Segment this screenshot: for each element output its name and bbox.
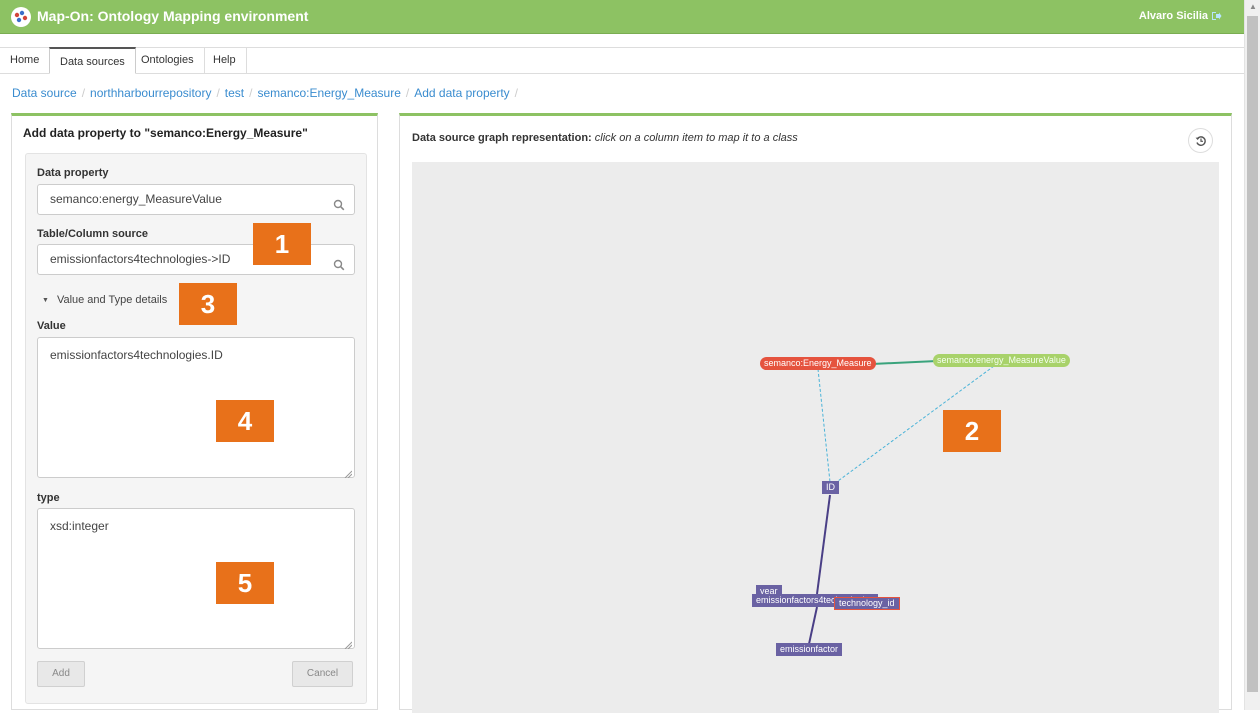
- column-node-id[interactable]: ID: [822, 481, 839, 494]
- annotation-marker-1: 1: [253, 223, 311, 265]
- tab-home[interactable]: Home: [0, 47, 51, 74]
- graph-panel: Data source graph representation: click …: [399, 113, 1232, 713]
- main-nav-tabs: Home Data sources Ontologies Help: [0, 47, 1244, 74]
- graph-title-bold: Data source graph representation:: [412, 132, 592, 144]
- graph-title: Data source graph representation: click …: [412, 132, 798, 144]
- page-scrollbar[interactable]: ▲: [1244, 0, 1260, 710]
- type-text: xsd:integer: [50, 519, 109, 533]
- graph-canvas[interactable]: semanco:Energy_Measure semanco:energy_Me…: [412, 162, 1219, 713]
- value-text: emissionfactors4technologies.ID: [50, 348, 223, 362]
- breadcrumb: Data source / northharbourrepository / test /…: [12, 86, 518, 100]
- panel-title: Add data property to "semanco:Energy_Mea…: [23, 126, 308, 140]
- link-table-emission: [808, 606, 818, 645]
- user-name-link[interactable]: Alvaro Sicilia: [1139, 10, 1208, 22]
- app-header: Map-On: Ontology Mapping environment Alv…: [0, 0, 1244, 34]
- scroll-up-icon[interactable]: ▲: [1245, 0, 1260, 14]
- value-textarea[interactable]: emissionfactors4technologies.ID: [37, 337, 355, 479]
- annotation-marker-5: 5: [216, 562, 274, 604]
- tab-help[interactable]: Help: [203, 47, 247, 74]
- resize-grip-icon[interactable]: [344, 467, 353, 479]
- logout-icon[interactable]: [1210, 10, 1222, 22]
- breadcrumb-data-source[interactable]: Data source: [12, 86, 77, 100]
- value-label: Value: [37, 320, 66, 332]
- breadcrumb-repository[interactable]: northharbourrepository: [90, 86, 211, 100]
- graph-links: [808, 360, 995, 645]
- source-label: Table/Column source: [37, 228, 149, 240]
- data-property-label: Data property: [37, 167, 109, 179]
- tab-ontologies[interactable]: Ontologies: [131, 47, 205, 74]
- tab-data-sources[interactable]: Data sources: [49, 47, 136, 74]
- caret-down-icon: ▼: [42, 297, 49, 304]
- search-icon[interactable]: [333, 193, 345, 211]
- column-node-technology-id[interactable]: technology_id: [834, 597, 900, 610]
- add-data-property-panel: Add data property to "semanco:Energy_Mea…: [11, 113, 378, 710]
- annotation-marker-4: 4: [216, 400, 274, 442]
- value-type-details-toggle[interactable]: ▼ Value and Type details: [42, 294, 167, 306]
- class-node[interactable]: semanco:Energy_Measure: [760, 357, 876, 370]
- link-class-id: [817, 368, 831, 483]
- cancel-button[interactable]: Cancel: [292, 661, 353, 687]
- annotation-marker-3: 3: [179, 283, 237, 325]
- add-button[interactable]: Add: [37, 661, 85, 687]
- column-source-value: emissionfactors4technologies->ID: [50, 252, 231, 266]
- column-node-emissionfactor[interactable]: emissionfactor: [776, 643, 843, 656]
- link-id-table: [816, 494, 831, 595]
- type-label: type: [37, 492, 60, 504]
- property-node[interactable]: semanco:energy_MeasureValue: [933, 354, 1070, 367]
- search-icon[interactable]: [333, 253, 345, 271]
- breadcrumb-test[interactable]: test: [225, 86, 244, 100]
- history-reset-icon[interactable]: [1188, 128, 1213, 153]
- form-well: Data property semanco:energy_MeasureValu…: [25, 153, 367, 704]
- data-property-value: semanco:energy_MeasureValue: [50, 192, 222, 206]
- type-textarea[interactable]: xsd:integer: [37, 508, 355, 650]
- mapon-logo-icon: [11, 7, 31, 27]
- annotation-marker-2: 2: [943, 410, 1001, 452]
- breadcrumb-add-data-property[interactable]: Add data property: [414, 86, 509, 100]
- data-property-input[interactable]: semanco:energy_MeasureValue: [37, 184, 355, 215]
- link-class-property: [871, 360, 938, 365]
- scroll-thumb[interactable]: [1247, 16, 1258, 692]
- resize-grip-icon[interactable]: [344, 638, 353, 650]
- graph-title-hint: click on a column item to map it to a cl…: [594, 132, 798, 144]
- breadcrumb-class[interactable]: semanco:Energy_Measure: [257, 86, 400, 100]
- app-title: Map-On: Ontology Mapping environment: [37, 8, 309, 24]
